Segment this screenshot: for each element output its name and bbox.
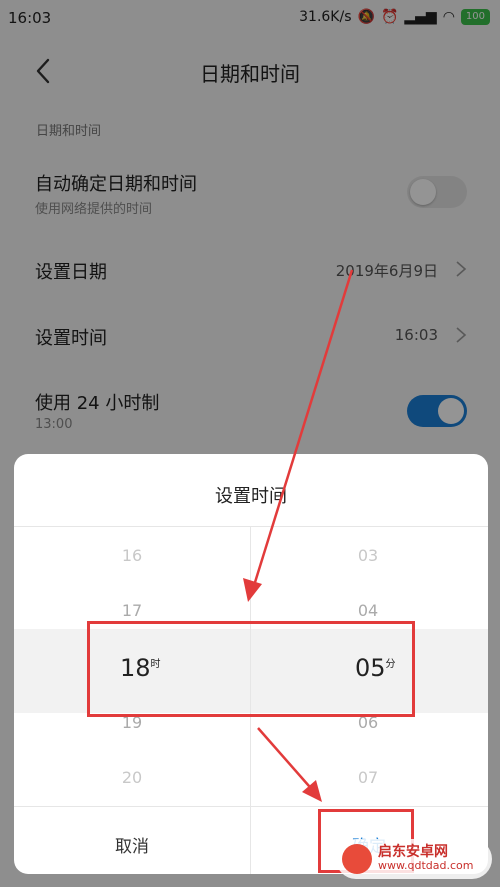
watermark-name: 启东安卓网 — [378, 844, 448, 860]
annotation-arrowhead — [243, 578, 262, 602]
watermark-url: www.qdtdad.com — [378, 859, 474, 872]
annotation-arrow — [250, 269, 354, 593]
site-watermark: 启东安卓网 www.qdtdad.com — [336, 839, 492, 879]
watermark-logo-icon — [342, 844, 372, 874]
annotation-arrows — [243, 269, 354, 802]
annotation-arrow — [257, 727, 317, 795]
